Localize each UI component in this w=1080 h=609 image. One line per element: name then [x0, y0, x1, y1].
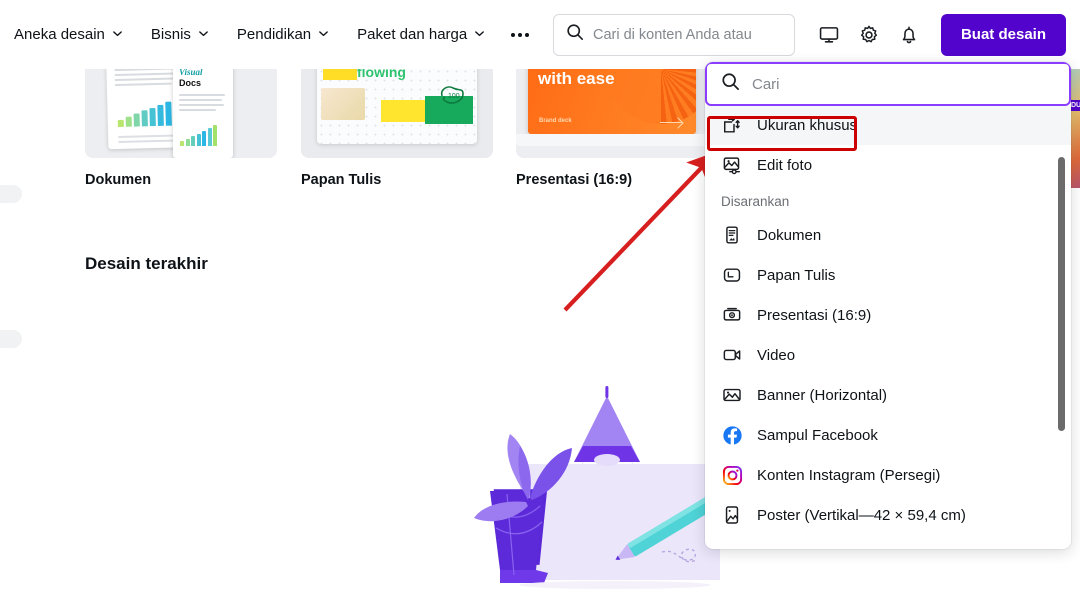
template-card-presentasi[interactable]: Present with ease Brand deck Presentasi … — [516, 58, 708, 188]
nav-item-label: Pendidikan — [236, 26, 312, 43]
presentation-art-small: Brand deck — [539, 118, 572, 124]
dropdown-item-list[interactable]: Ukuran khusus Edit foto Disarankan Dokum… — [705, 106, 1071, 549]
dropdown-search-box[interactable] — [705, 62, 1071, 106]
whiteboard-photo — [321, 88, 365, 120]
dropdown-search-input[interactable] — [752, 75, 1055, 93]
template-card-label: Presentasi (16:9) — [516, 172, 633, 188]
dropdown-item-label: Dokumen — [757, 226, 822, 244]
whiteboard-canvas: Get ideas flowing 100 — [317, 58, 477, 144]
template-card-label: Papan Tulis — [301, 172, 382, 188]
dropdown-scrollbar[interactable] — [1058, 157, 1065, 431]
document-artwork: Visual Docs — [85, 58, 277, 158]
dropdown-item-ukuran-khusus[interactable]: Ukuran khusus — [705, 106, 1071, 145]
header-search-box[interactable] — [552, 13, 795, 56]
dropdown-item-sampul-facebook[interactable]: Sampul Facebook — [705, 415, 1071, 455]
nav-item-bisnis[interactable]: Bisnis — [137, 19, 223, 50]
canva-homepage: Visual Docs Dokumen flowing 100 Papan Tu… — [0, 0, 1080, 609]
dropdown-item-label: Edit foto — [757, 156, 813, 174]
dropdown-item-poster[interactable]: Poster (Vertikal—42 × 59,4 cm) — [705, 495, 1071, 535]
header-nav: Aneka desain Bisnis Pendidikan Paket dan… — [0, 19, 541, 50]
instagram-icon — [721, 464, 743, 486]
dropdown-item-konten-instagram[interactable]: Konten Instagram (Persegi) — [705, 455, 1071, 495]
dropdown-item-presentasi[interactable]: Presentasi (16:9) — [705, 295, 1071, 335]
dropdown-item-dokumen[interactable]: Dokumen — [705, 215, 1071, 255]
bell-icon[interactable] — [889, 15, 929, 55]
dropdown-item-label: Ukuran khusus — [757, 117, 858, 134]
template-card-label: Dokumen — [85, 172, 152, 188]
photo-edit-icon — [721, 154, 743, 176]
presentation-arrow-icon — [660, 121, 682, 123]
nav-item-aneka-desain[interactable]: Aneka desain — [0, 19, 137, 50]
header-actions: Buat desain — [552, 0, 1066, 69]
nav-item-paket-dan-harga[interactable]: Paket dan harga — [343, 19, 499, 50]
dropdown-group-label: Disarankan — [721, 194, 790, 209]
page-section-title: Desain terakhir — [85, 254, 208, 273]
top-header: Aneka desain Bisnis Pendidikan Paket dan… — [0, 0, 1080, 69]
dropdown-item-banner[interactable]: Banner (Horizontal) — [705, 375, 1071, 415]
nav-item-label: Aneka desain — [14, 26, 105, 43]
ellipsis-icon[interactable] — [499, 23, 541, 47]
document-page-secondary: Desain Visual Docs — [173, 58, 233, 158]
custom-size-icon — [721, 115, 743, 137]
presentation-base — [516, 134, 708, 146]
chevron-down-icon — [474, 28, 485, 39]
presentation-screen: Present with ease Brand deck — [528, 58, 696, 134]
template-card-papan-tulis[interactable]: Get ideas flowing 100 Papan Tulis — [301, 58, 493, 188]
search-icon — [566, 23, 584, 46]
dropdown-item-edit-foto[interactable]: Edit foto — [705, 145, 1071, 185]
whiteboard-icon — [721, 264, 743, 286]
skeleton-placeholder-bottom — [0, 330, 22, 348]
dropdown-item-label: Papan Tulis — [757, 266, 836, 284]
doc-p2-chart — [180, 124, 226, 146]
chevron-down-icon — [318, 28, 329, 39]
dropdown-search-wrapper — [705, 62, 1071, 106]
poster-icon — [721, 504, 743, 526]
chevron-down-icon — [112, 28, 123, 39]
presentation-icon — [721, 304, 743, 326]
banner-icon — [721, 384, 743, 406]
dropdown-item-label: Presentasi (16:9) — [757, 306, 872, 324]
nav-item-label: Bisnis — [150, 26, 191, 43]
video-icon — [721, 344, 743, 366]
create-design-button[interactable]: Buat desain — [940, 13, 1066, 56]
template-thumbnail-presentasi[interactable]: Present with ease Brand deck — [516, 58, 708, 158]
svg-text:100: 100 — [448, 93, 460, 100]
template-thumbnail-papan-tulis[interactable]: Get ideas flowing 100 — [301, 58, 493, 158]
dropdown-item-video[interactable]: Video — [705, 335, 1071, 375]
dropdown-item-label: Konten Instagram (Persegi) — [757, 466, 941, 484]
presentation-artwork: Present with ease Brand deck — [516, 58, 708, 158]
header-search-input[interactable] — [592, 26, 782, 43]
dropdown-item-label: Poster (Vertikal—42 × 59,4 cm) — [757, 506, 966, 524]
display-icon[interactable] — [809, 15, 849, 55]
dropdown-item-label: Sampul Facebook — [757, 426, 878, 444]
facebook-icon — [721, 424, 743, 446]
nav-item-pendidikan[interactable]: Pendidikan — [223, 19, 343, 50]
whiteboard-doodle-icon: 100 — [440, 86, 464, 104]
ps-line2: with ease — [538, 69, 615, 88]
search-icon — [721, 72, 740, 96]
chevron-down-icon — [198, 28, 209, 39]
nav-item-label: Paket dan harga — [357, 26, 468, 43]
dropdown-item-label: Video — [757, 346, 796, 364]
document-icon — [721, 224, 743, 246]
template-card-dokumen[interactable]: Visual Docs Dokumen — [85, 58, 277, 188]
whiteboard-sticky-2 — [381, 100, 429, 122]
dropdown-item-label: Banner (Horizontal) — [757, 386, 888, 404]
doc-p2-l3: Docs — [179, 78, 202, 88]
doc-p2-lines — [179, 94, 225, 114]
whiteboard-artwork: Get ideas flowing 100 — [301, 58, 493, 158]
create-design-dropdown[interactable]: Ukuran khusus Edit foto Disarankan — [705, 62, 1071, 549]
template-thumbnail-dokumen[interactable]: Visual Docs — [85, 58, 277, 158]
gear-icon[interactable] — [849, 15, 889, 55]
dropdown-item-papan-tulis[interactable]: Papan Tulis — [705, 255, 1071, 295]
skeleton-placeholder-top — [0, 185, 22, 203]
